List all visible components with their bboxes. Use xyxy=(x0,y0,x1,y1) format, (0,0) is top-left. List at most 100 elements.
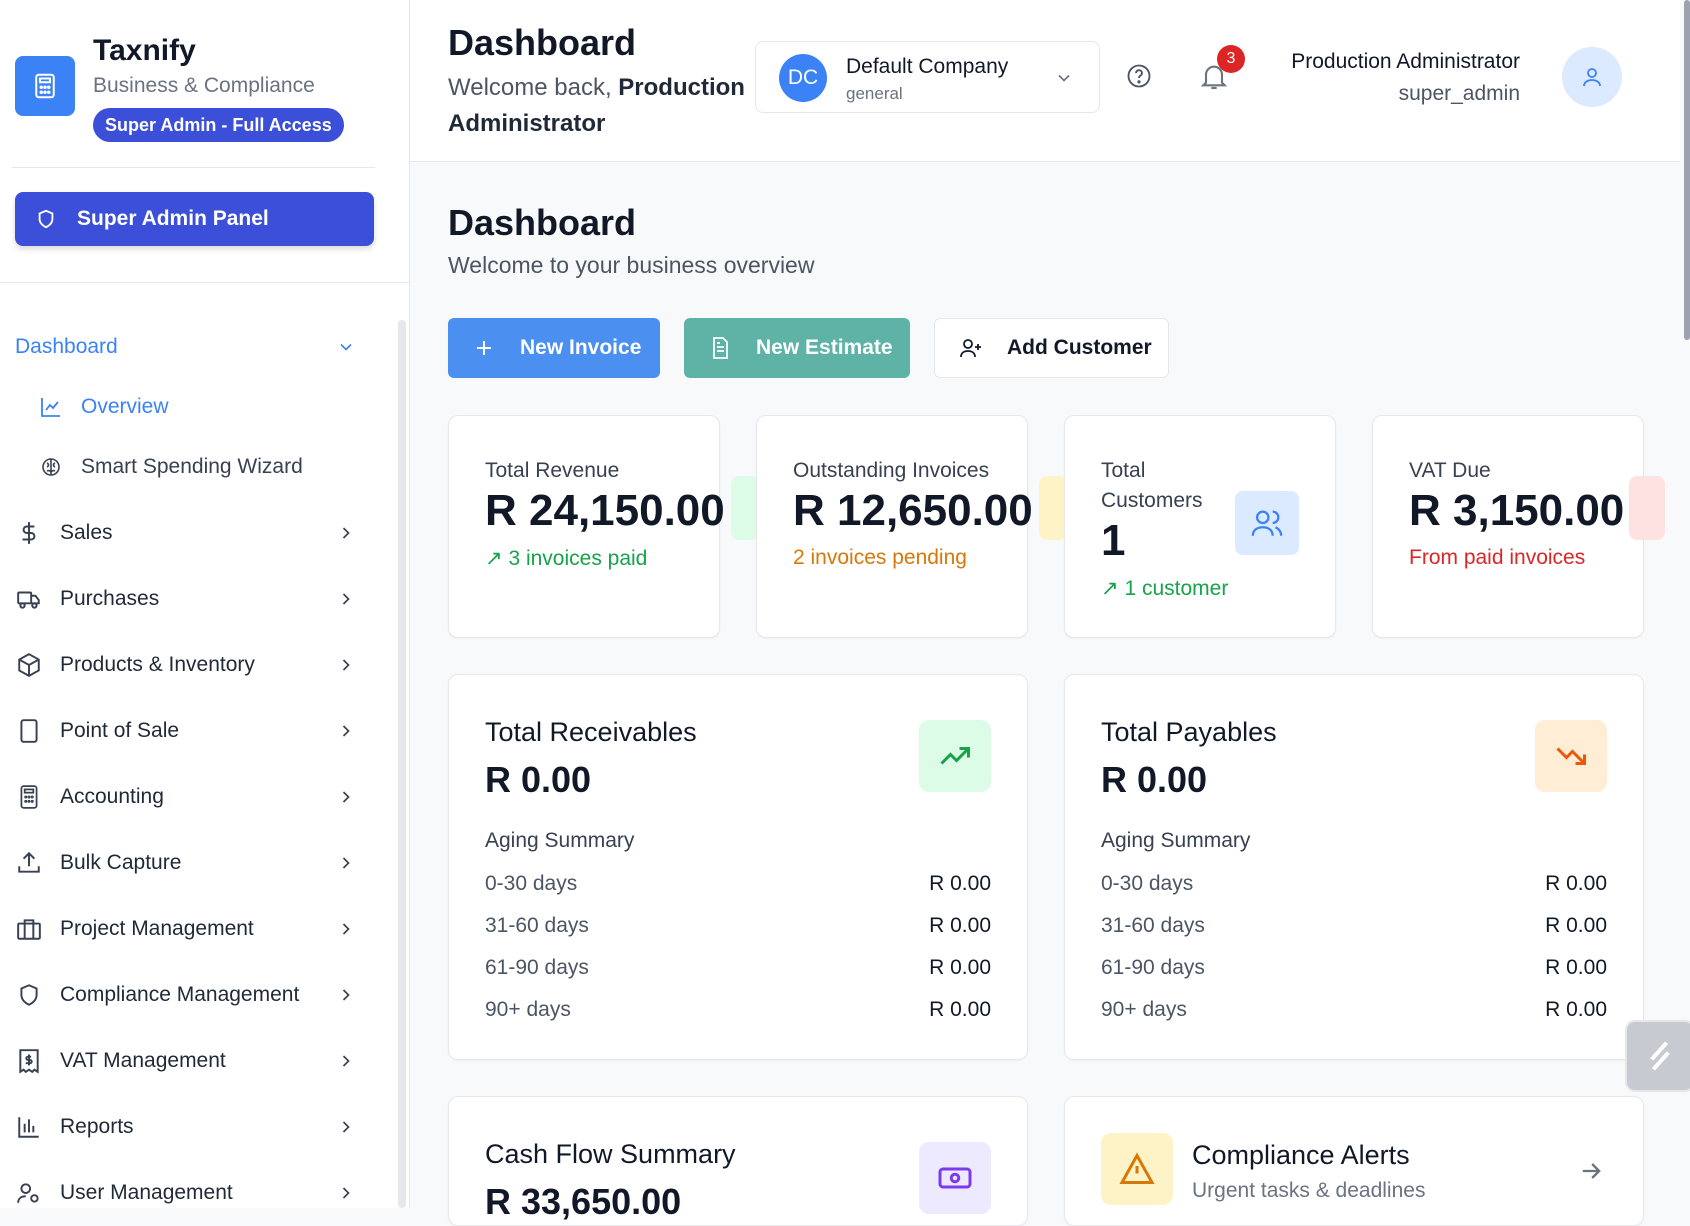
compliance-alerts-title: Compliance Alerts xyxy=(1192,1140,1410,1170)
super-admin-panel-button[interactable]: Super Admin Panel xyxy=(15,192,374,246)
company-avatar: DC xyxy=(779,54,827,102)
sidebar-scrollbar[interactable] xyxy=(398,320,406,1208)
new-estimate-label: New Estimate xyxy=(756,336,893,359)
aging-bucket: 31-60 days xyxy=(1101,914,1205,937)
stat-label: VAT Due xyxy=(1409,459,1491,482)
chevron-right-icon xyxy=(336,523,356,543)
sidebar-item-project[interactable]: Project Management xyxy=(0,904,380,954)
sidebar-item-label: Bulk Capture xyxy=(60,851,182,874)
chevron-right-icon xyxy=(336,1183,356,1203)
user-icon xyxy=(1580,65,1604,89)
payables-value: R 0.00 xyxy=(1101,759,1208,800)
sidebar-item-purchases[interactable]: Purchases xyxy=(0,574,380,624)
page-scrollbar[interactable] xyxy=(1684,0,1690,340)
user-gear-icon xyxy=(16,1180,42,1206)
cashflow-card: Cash Flow Summary R 33,650.00 xyxy=(448,1096,1028,1226)
sidebar-subitem-label: Overview xyxy=(81,395,169,418)
stat-note: From paid invoices xyxy=(1409,546,1586,569)
sidebar-item-products[interactable]: Products & Inventory xyxy=(0,640,380,690)
sidebar: Taxnify Business & Compliance Super Admi… xyxy=(0,0,410,1208)
company-name: Default Company xyxy=(846,55,1009,78)
stat-card-vat[interactable]: VAT Due R 3,150.00 From paid invoices xyxy=(1372,415,1665,638)
stat-label: Outstanding Invoices xyxy=(793,459,990,482)
sidebar-item-label: Products & Inventory xyxy=(60,653,255,676)
stat-card-outstanding[interactable]: Outstanding Invoices R 12,650.00 2 invoi… xyxy=(756,415,1067,638)
stat-note: ↗ 1 customer xyxy=(1101,576,1228,601)
add-customer-label: Add Customer xyxy=(1007,336,1152,359)
aging-summary-title: Aging Summary xyxy=(1101,829,1251,852)
sidebar-item-accounting[interactable]: Accounting xyxy=(0,772,380,822)
add-customer-button[interactable]: Add Customer xyxy=(934,318,1169,378)
floating-action-button[interactable] xyxy=(1625,1020,1690,1092)
aging-bucket: 61-90 days xyxy=(1101,956,1205,979)
sidebar-item-label: User Management xyxy=(60,1181,233,1204)
welcome-prefix: Welcome back, xyxy=(448,74,612,101)
company-selector[interactable]: DC Default Company general xyxy=(755,41,1100,113)
aging-row: 31-60 days R 0.00 xyxy=(485,914,991,944)
sidebar-item-bulk-capture[interactable]: Bulk Capture xyxy=(0,838,380,888)
aging-row: 90+ days R 0.00 xyxy=(1101,998,1607,1028)
sidebar-item-sales[interactable]: Sales xyxy=(0,508,380,558)
company-type: general xyxy=(846,84,903,103)
sidebar-item-reports[interactable]: Reports xyxy=(0,1102,380,1152)
role-badge: Super Admin - Full Access xyxy=(93,108,344,142)
users-icon xyxy=(1235,491,1299,555)
briefcase-icon xyxy=(16,916,42,942)
document-icon xyxy=(708,336,732,360)
sidebar-item-pos[interactable]: Point of Sale xyxy=(0,706,380,756)
stat-label: Total Revenue xyxy=(485,459,620,482)
stat-value: R 3,150.00 xyxy=(1409,486,1625,535)
divider xyxy=(12,167,375,168)
stat-note-text: 1 customer xyxy=(1124,577,1229,600)
new-invoice-button[interactable]: New Invoice xyxy=(448,318,660,378)
notification-count-badge: 3 xyxy=(1217,45,1245,73)
sidebar-subitem-smart-spending[interactable]: Smart Spending Wizard xyxy=(0,444,380,490)
stat-note-text: 3 invoices paid xyxy=(508,547,648,570)
chevron-right-icon xyxy=(336,1051,356,1071)
new-invoice-label: New Invoice xyxy=(520,336,642,359)
sidebar-item-users[interactable]: User Management xyxy=(0,1168,380,1218)
sidebar-item-dashboard[interactable]: Dashboard xyxy=(0,322,380,372)
receipt-icon xyxy=(1629,476,1665,540)
tablet-icon xyxy=(16,718,42,744)
brain-icon xyxy=(39,455,63,479)
cashflow-title: Cash Flow Summary xyxy=(485,1139,736,1169)
new-estimate-button[interactable]: New Estimate xyxy=(684,318,910,378)
trending-down-icon xyxy=(1535,720,1607,792)
shield-icon xyxy=(35,208,57,230)
compliance-alerts-card[interactable]: Compliance Alerts Urgent tasks & deadlin… xyxy=(1064,1096,1644,1226)
stat-note: ↗ 3 invoices paid xyxy=(485,546,647,571)
aging-summary-title: Aging Summary xyxy=(485,829,635,852)
user-plus-icon xyxy=(959,336,983,360)
help-icon[interactable] xyxy=(1125,62,1153,90)
warning-icon xyxy=(1101,1133,1173,1205)
receivables-title: Total Receivables xyxy=(485,717,697,747)
aging-bucket: 31-60 days xyxy=(485,914,589,937)
aging-row: 61-90 days R 0.00 xyxy=(485,956,991,986)
arrow-right-icon[interactable] xyxy=(1577,1157,1605,1185)
top-header: Dashboard Welcome back, Production Admin… xyxy=(410,0,1680,162)
calculator-icon xyxy=(16,784,42,810)
aging-bucket: 90+ days xyxy=(485,998,571,1021)
sidebar-item-label: Reports xyxy=(60,1115,134,1138)
aging-amount: R 0.00 xyxy=(929,956,991,979)
chevron-right-icon xyxy=(336,853,356,873)
divider xyxy=(0,282,410,283)
trend-up-icon: ↗ xyxy=(1101,577,1125,600)
sidebar-item-compliance[interactable]: Compliance Management xyxy=(0,970,380,1020)
sidebar-item-label: Compliance Management xyxy=(60,983,300,1006)
aging-amount: R 0.00 xyxy=(1545,998,1607,1021)
aging-amount: R 0.00 xyxy=(929,998,991,1021)
sidebar-item-vat[interactable]: VAT Management xyxy=(0,1036,380,1086)
sidebar-subitem-overview[interactable]: Overview xyxy=(0,384,380,430)
sidebar-item-label: Purchases xyxy=(60,587,160,610)
stat-card-customers[interactable]: Total Customers 1 ↗ 1 customer xyxy=(1064,415,1336,638)
receivables-card: Total Receivables R 0.00 Aging Summary 0… xyxy=(448,674,1028,1060)
compliance-alerts-subtitle: Urgent tasks & deadlines xyxy=(1192,1179,1426,1202)
user-avatar[interactable] xyxy=(1562,47,1622,107)
stat-value: R 24,150.00 xyxy=(485,486,725,535)
line-chart-icon xyxy=(731,476,759,540)
stat-value: 1 xyxy=(1101,516,1126,565)
stat-card-revenue[interactable]: Total Revenue R 24,150.00 ↗ 3 invoices p… xyxy=(448,415,759,638)
payables-card: Total Payables R 0.00 Aging Summary 0-30… xyxy=(1064,674,1644,1060)
